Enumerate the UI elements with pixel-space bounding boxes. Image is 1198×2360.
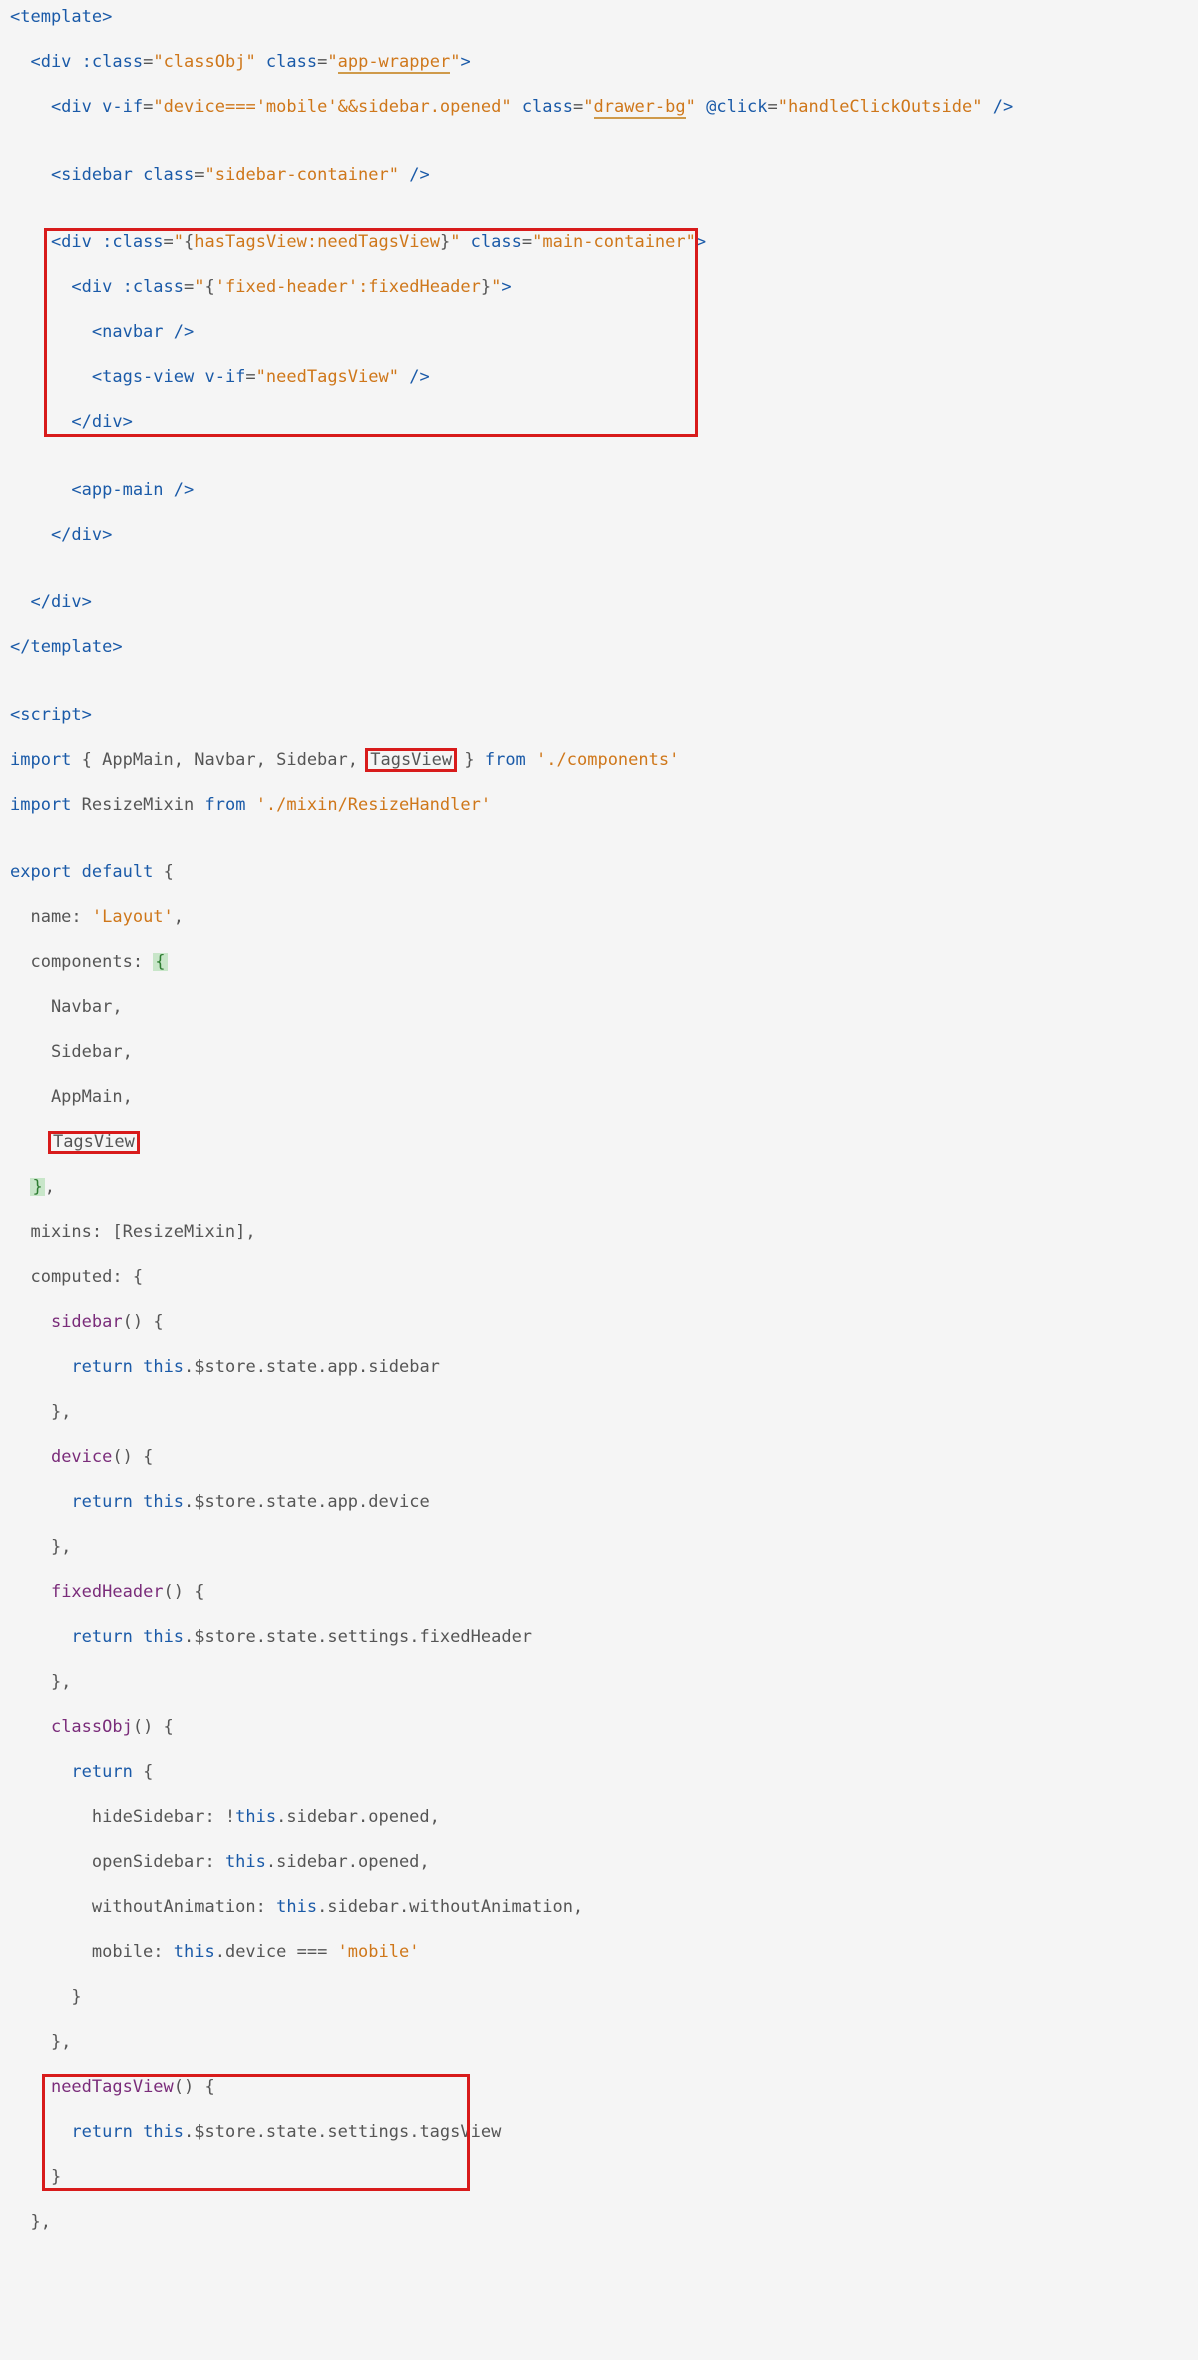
brace-close-icon: } xyxy=(30,1178,44,1196)
link-drawer-bg[interactable]: drawer-bg xyxy=(594,97,686,119)
highlight-tagsview-component: TagsView xyxy=(53,1132,135,1152)
brace-open-icon: { xyxy=(153,953,167,971)
code-text: <template> xyxy=(10,7,112,27)
code-block: <template> <div :class="classObj" class=… xyxy=(0,0,1198,2360)
link-app-wrapper[interactable]: app-wrapper xyxy=(338,52,451,74)
highlight-tagsview-import: TagsView xyxy=(370,750,452,770)
